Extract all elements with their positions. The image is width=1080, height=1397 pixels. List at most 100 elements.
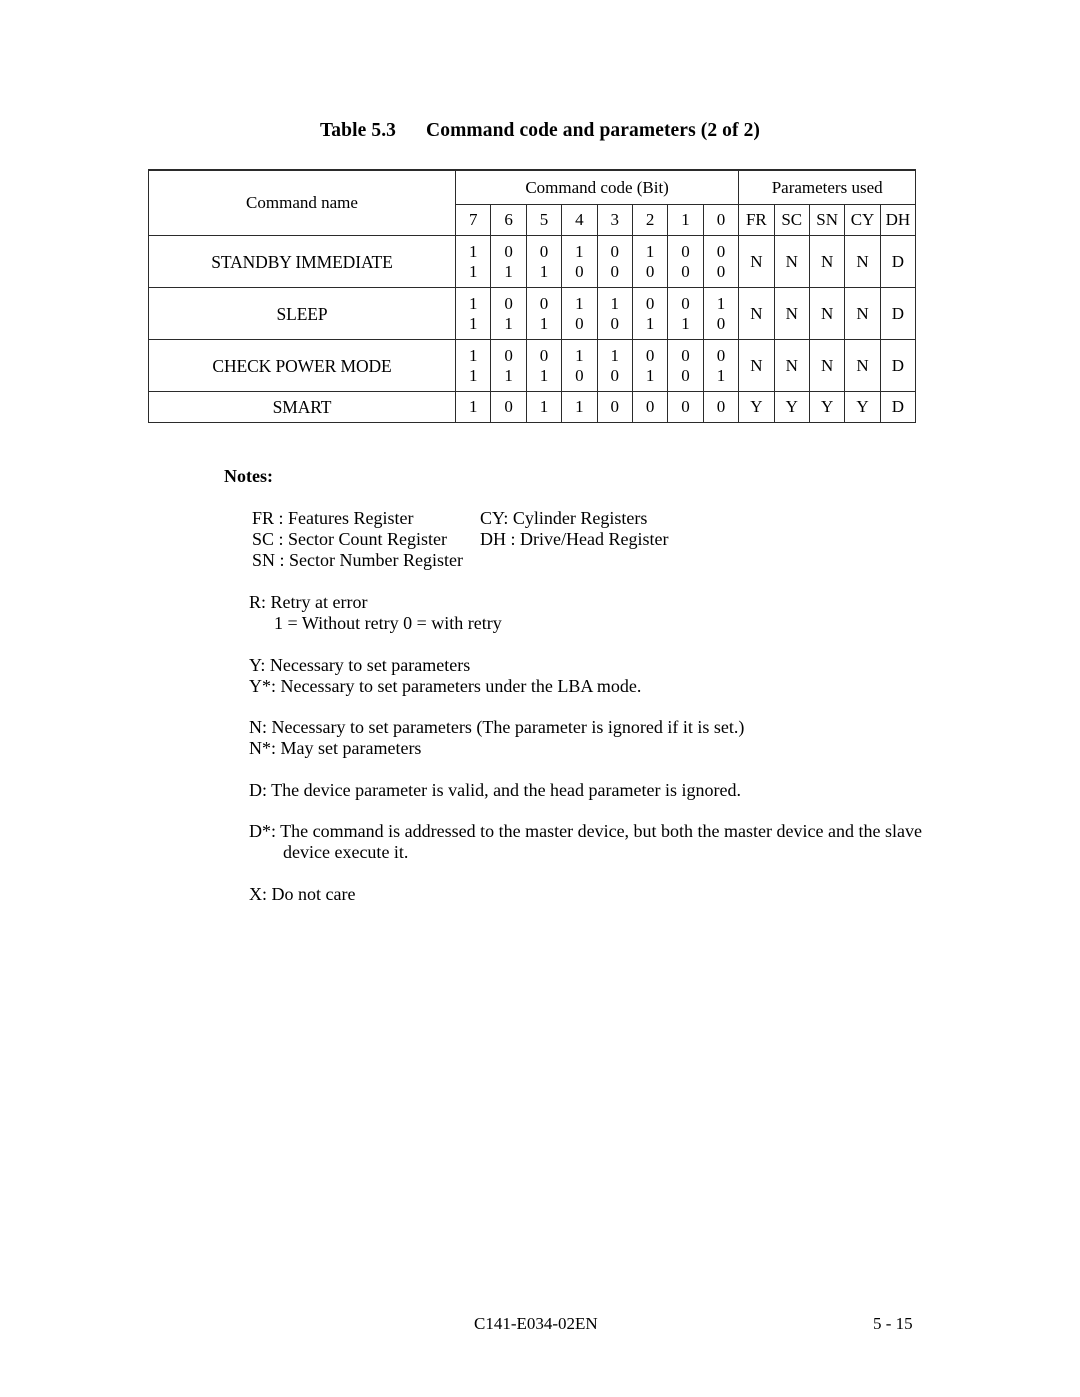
bit-cell: 01: [525, 235, 563, 288]
parameter-cell: N: [738, 287, 775, 340]
bit-value: 1: [468, 293, 478, 313]
parameter-cell: N: [773, 287, 810, 340]
note-d: D: The device parameter is valid, and th…: [249, 780, 741, 800]
bit-value: 1: [716, 293, 726, 313]
header-param-dh: DH: [879, 204, 917, 236]
bit-value: 1: [468, 365, 478, 385]
bit-value: 1: [504, 261, 513, 281]
note-d-star: D*: The command is addressed to the mast…: [249, 821, 922, 841]
notes-retry: R: Retry at error 1 = Without retry 0 = …: [249, 592, 889, 634]
bit-cell: 0: [596, 391, 633, 423]
bit-cell: 00: [702, 235, 740, 288]
bit-value: 0: [610, 313, 620, 333]
notes-register-definitions: FR : Features Register CY: Cylinder Regi…: [252, 508, 892, 571]
note-fr: FR : Features Register: [252, 508, 414, 528]
bit-value: 1: [575, 397, 584, 417]
bit-value: 0: [504, 293, 513, 313]
bit-value: 1: [539, 397, 549, 417]
header-param-fr: FR: [738, 204, 775, 236]
parameter-cell: N: [773, 235, 810, 288]
parameter-cell: D: [879, 391, 917, 423]
note-sc: SC : Sector Count Register: [252, 529, 447, 549]
command-name-label: STANDBY IMMEDIATE: [211, 251, 393, 272]
note-retry-title: R: Retry at error: [249, 592, 368, 612]
notes-x-legend: X: Do not care: [249, 884, 649, 905]
notes-y-legend: Y: Necessary to set parameters Y*: Neces…: [249, 655, 949, 697]
bit-cell: 00: [596, 235, 633, 288]
bit-value: 0: [681, 261, 690, 281]
bit-cell: 01: [490, 339, 527, 392]
command-code-table: Command name Command code (Bit) Paramete…: [148, 169, 917, 423]
bit-value: 0: [504, 345, 513, 365]
bit-cell: 10: [561, 235, 598, 288]
bit-value: 1: [645, 241, 655, 261]
bit-value: 0: [539, 241, 549, 261]
command-name-cell: SLEEP: [148, 287, 456, 340]
parameter-cell: D: [879, 339, 917, 392]
header-param-sn: SN: [808, 204, 846, 236]
command-name-cell: STANDBY IMMEDIATE: [148, 235, 456, 288]
parameter-cell: D: [879, 287, 917, 340]
header-bit-6: 6: [490, 204, 527, 236]
note-cy: CY: Cylinder Registers: [480, 508, 648, 528]
parameter-cell: N: [808, 287, 846, 340]
note-d-star-continuation: device execute it.: [283, 842, 409, 862]
command-name-label: CHECK POWER MODE: [212, 355, 392, 376]
note-x: X: Do not care: [249, 884, 356, 904]
bit-value: 1: [468, 241, 478, 261]
bit-cell: 01: [525, 339, 563, 392]
footer-document-id: C141-E034-02EN: [474, 1314, 598, 1333]
note-n-star: N*: May set parameters: [249, 738, 422, 758]
bit-value: 1: [645, 365, 655, 385]
bit-value: 0: [610, 365, 620, 385]
bit-value: 1: [468, 397, 478, 417]
bit-value: 1: [468, 261, 478, 281]
bit-value: 1: [504, 313, 513, 333]
header-bit-1: 1: [667, 204, 704, 236]
note-dh: DH : Drive/Head Register: [480, 529, 669, 549]
note-n: N: Necessary to set parameters (The para…: [249, 717, 745, 737]
bit-value: 0: [645, 261, 655, 281]
bit-value: 0: [681, 293, 690, 313]
table-caption: Command code and parameters (2 of 2): [426, 120, 761, 141]
bit-value: 0: [645, 397, 655, 417]
bit-value: 0: [681, 345, 690, 365]
list-item: SC : Sector Count Register DH : Drive/He…: [252, 529, 892, 550]
parameter-cell: N: [738, 339, 775, 392]
command-name-label: SLEEP: [276, 303, 328, 324]
bit-cell: 0: [667, 391, 704, 423]
bit-value: 0: [645, 293, 655, 313]
bit-cell: 01: [490, 235, 527, 288]
notes-d-legend: D: The device parameter is valid, and th…: [249, 780, 1009, 801]
header-param-cy: CY: [844, 204, 881, 236]
bit-cell: 10: [631, 235, 669, 288]
notes-heading: Notes:: [224, 466, 273, 486]
bit-cell: 10: [596, 339, 633, 392]
bit-cell: 01: [631, 287, 669, 340]
note-sn: SN : Sector Number Register: [252, 550, 463, 570]
parameter-cell: N: [773, 339, 810, 392]
parameter-cell: N: [844, 287, 881, 340]
bit-cell: 10: [702, 287, 740, 340]
bit-value: 0: [575, 365, 584, 385]
bit-cell: 11: [454, 235, 492, 288]
table-header-group-row: Command name Command code (Bit) Paramete…: [148, 169, 917, 236]
parameter-cell: Y: [738, 391, 775, 423]
bit-value: 0: [610, 397, 620, 417]
header-bit-2: 2: [631, 204, 669, 236]
list-item: SN : Sector Number Register: [252, 550, 892, 571]
table-row: CHECK POWER MODE 1 1 0 1 0 1 1 0 1 0 0 1 0 0 0 1 N N N N D: [148, 339, 917, 392]
header-bit-0: 0: [702, 204, 740, 236]
bit-value: 1: [504, 365, 513, 385]
header-bit-3: 3: [596, 204, 633, 236]
parameter-cell: Y: [773, 391, 810, 423]
bit-value: 1: [681, 313, 690, 333]
bit-value: 1: [575, 345, 584, 365]
bit-value: 1: [610, 293, 620, 313]
table-body: STANDBY IMMEDIATE 1 1 0 1 0 1 1 0 0 0 1 0 0 0 0 0 N N N N D SL…: [148, 235, 917, 423]
table-number: Table 5.3: [319, 120, 397, 141]
bit-value: 0: [504, 241, 513, 261]
bit-value: 0: [645, 345, 655, 365]
header-command-code-group: Command code (Bit): [454, 169, 740, 205]
parameter-cell: N: [844, 235, 881, 288]
